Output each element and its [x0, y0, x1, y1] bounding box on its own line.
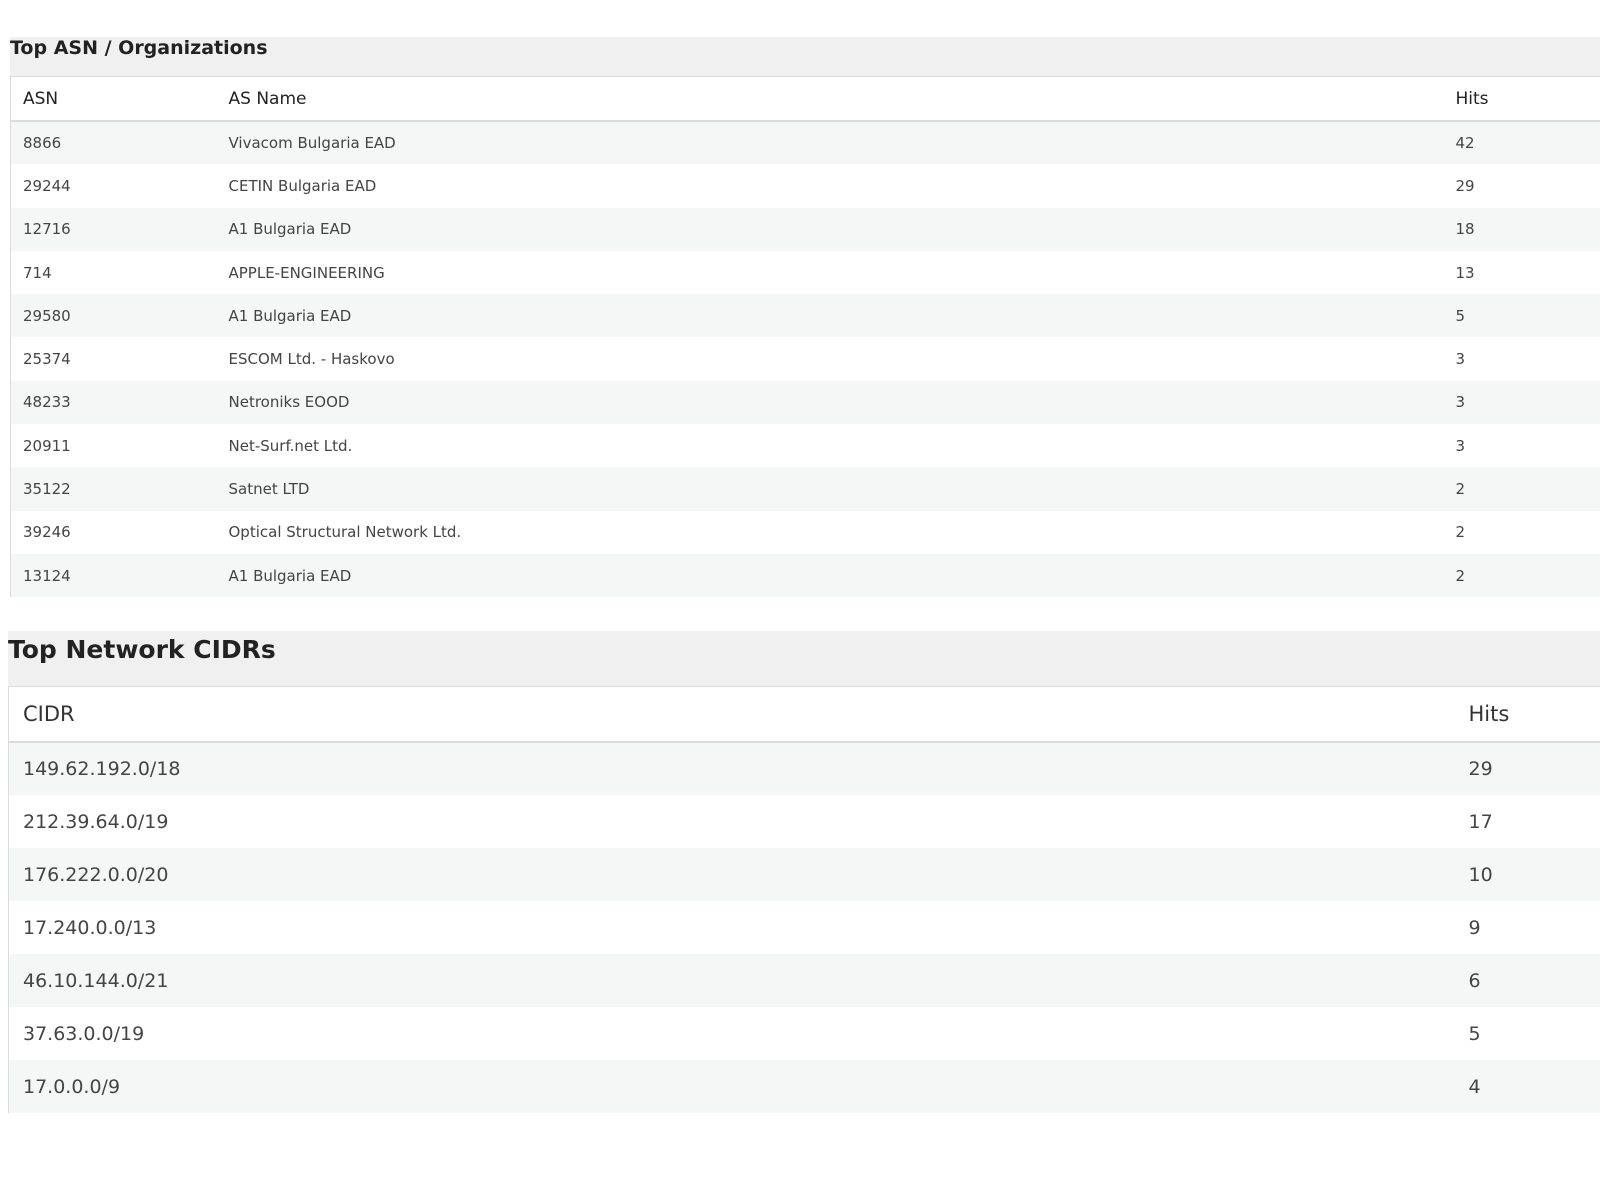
as-name-cell: A1 Bulgaria EAD — [216, 553, 1444, 598]
asn-column-header[interactable]: ASN — [10, 77, 217, 122]
cidr-cell: 46.10.144.0/21 — [8, 954, 1455, 1007]
table-row: 46.10.144.0/21 6 — [8, 954, 1600, 1007]
asn-cell: 8866 — [10, 121, 217, 165]
asn-cell: 714 — [10, 250, 217, 295]
cidr-cell: 17.0.0.0/9 — [8, 1060, 1455, 1113]
table-row: 176.222.0.0/20 10 — [8, 848, 1600, 901]
cidr-cell: 149.62.192.0/18 — [8, 742, 1455, 795]
as-name-cell: Optical Structural Network Ltd. — [216, 510, 1444, 554]
hits-column-header[interactable]: Hits — [1443, 77, 1600, 122]
table-row: 8866 Vivacom Bulgaria EAD 42 — [10, 121, 1600, 165]
hits-cell: 3 — [1443, 337, 1600, 381]
as-name-cell: A1 Bulgaria EAD — [216, 294, 1444, 338]
hits-cell: 3 — [1443, 424, 1600, 468]
table-row: 37.63.0.0/19 5 — [8, 1007, 1600, 1060]
asn-cell: 13124 — [10, 553, 217, 598]
as-name-cell: Netroniks EOOD — [216, 380, 1444, 425]
as-name-cell: Net-Surf.net Ltd. — [216, 424, 1444, 468]
table-row: 29244 CETIN Bulgaria EAD 29 — [10, 164, 1600, 208]
asn-panel-title: Top ASN / Organizations — [10, 37, 1600, 77]
table-row: 39246 Optical Structural Network Ltd. 2 — [10, 510, 1600, 554]
table-row: 20911 Net-Surf.net Ltd. 3 — [10, 424, 1600, 468]
asn-cell: 20911 — [10, 424, 217, 468]
asn-table-header-row: ASN AS Name Hits — [10, 77, 1600, 122]
hits-cell: 2 — [1443, 467, 1600, 511]
asn-cell: 39246 — [10, 510, 217, 554]
table-row: 17.0.0.0/9 4 — [8, 1060, 1600, 1113]
asn-cell: 35122 — [10, 467, 217, 511]
table-row: 29580 A1 Bulgaria EAD 5 — [10, 294, 1600, 338]
asn-cell: 29580 — [10, 294, 217, 338]
cidr-panel-title: Top Network CIDRs — [8, 631, 1600, 687]
table-row: 48233 Netroniks EOOD 3 — [10, 380, 1600, 425]
asn-panel: Top ASN / Organizations ASN AS Name Hits… — [10, 37, 1600, 599]
hits-cell: 9 — [1454, 901, 1600, 954]
hits-cell: 29 — [1454, 742, 1600, 795]
cidr-column-header[interactable]: CIDR — [8, 687, 1455, 743]
cidr-cell: 212.39.64.0/19 — [8, 795, 1455, 848]
as-name-cell: Satnet LTD — [216, 467, 1444, 511]
table-row: 212.39.64.0/19 17 — [8, 795, 1600, 848]
as-name-cell: APPLE-ENGINEERING — [216, 250, 1444, 295]
hits-cell: 2 — [1443, 553, 1600, 598]
table-row: 25374 ESCOM Ltd. - Haskovo 3 — [10, 337, 1600, 381]
hits-cell: 6 — [1454, 954, 1600, 1007]
table-row: 149.62.192.0/18 29 — [8, 742, 1600, 795]
hits-cell: 42 — [1443, 121, 1600, 165]
asn-cell: 29244 — [10, 164, 217, 208]
as-name-column-header[interactable]: AS Name — [216, 77, 1444, 122]
table-row: 13124 A1 Bulgaria EAD 2 — [10, 553, 1600, 598]
table-row: 35122 Satnet LTD 2 — [10, 467, 1600, 511]
as-name-cell: A1 Bulgaria EAD — [216, 207, 1444, 251]
table-row: 17.240.0.0/13 9 — [8, 901, 1600, 954]
hits-column-header[interactable]: Hits — [1454, 687, 1600, 743]
hits-cell: 10 — [1454, 848, 1600, 901]
cidr-cell: 37.63.0.0/19 — [8, 1007, 1455, 1060]
hits-cell: 5 — [1443, 294, 1600, 338]
cidr-table: CIDR Hits 149.62.192.0/18 29 212.39.64.0/… — [8, 687, 1600, 1113]
hits-cell: 29 — [1443, 164, 1600, 208]
cidr-cell: 17.240.0.0/13 — [8, 901, 1455, 954]
cidr-table-header-row: CIDR Hits — [8, 687, 1600, 743]
cidr-panel: Top Network CIDRs CIDR Hits 149.62.192.0… — [8, 631, 1600, 1113]
asn-table: ASN AS Name Hits 8866 Vivacom Bulgaria EA… — [10, 77, 1600, 598]
hits-cell: 17 — [1454, 795, 1600, 848]
asn-cell: 25374 — [10, 337, 217, 381]
asn-cell: 12716 — [10, 207, 217, 251]
hits-cell: 18 — [1443, 207, 1600, 251]
hits-cell: 3 — [1443, 380, 1600, 425]
hits-cell: 2 — [1443, 510, 1600, 554]
cidr-cell: 176.222.0.0/20 — [8, 848, 1455, 901]
hits-cell: 13 — [1443, 250, 1600, 295]
as-name-cell: ESCOM Ltd. - Haskovo — [216, 337, 1444, 381]
table-row: 714 APPLE-ENGINEERING 13 — [10, 250, 1600, 295]
asn-cell: 48233 — [10, 380, 217, 425]
as-name-cell: Vivacom Bulgaria EAD — [216, 121, 1444, 165]
hits-cell: 4 — [1454, 1060, 1600, 1113]
table-row: 12716 A1 Bulgaria EAD 18 — [10, 207, 1600, 251]
hits-cell: 5 — [1454, 1007, 1600, 1060]
as-name-cell: CETIN Bulgaria EAD — [216, 164, 1444, 208]
